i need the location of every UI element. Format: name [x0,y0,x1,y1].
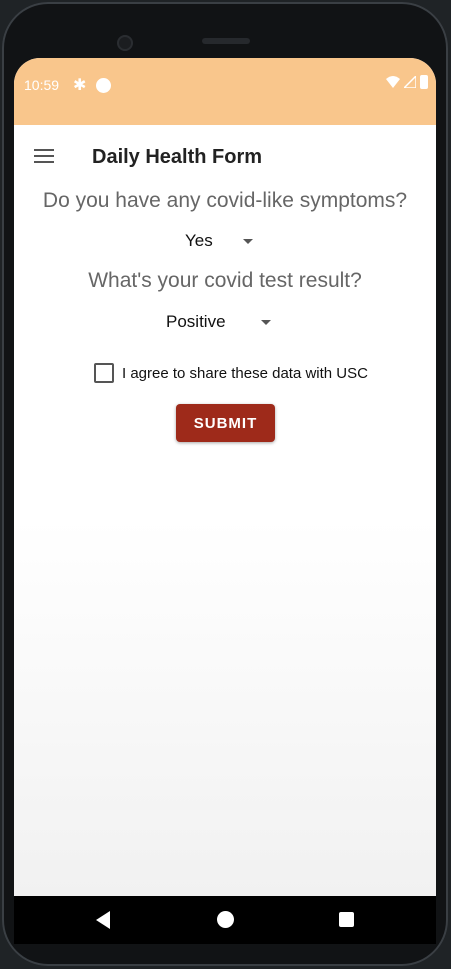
symptoms-question: Do you have any covid-like symptoms? [42,189,408,212]
notification-dot-icon [96,78,111,93]
battery-icon [420,75,428,89]
agree-row[interactable]: I agree to share these data with USC [94,363,368,383]
signal-icon [404,76,416,88]
navigation-bar [14,896,436,944]
status-bar: 10:59 ✱ [14,58,436,125]
app-bar: Daily Health Form [14,125,436,187]
page-title: Daily Health Form [92,146,263,168]
recents-icon[interactable] [339,912,354,927]
screen: 10:59 ✱ Daily Health Form Do you have an… [14,58,436,896]
back-icon[interactable] [96,911,110,929]
camera [117,35,133,51]
agree-label: I agree to share these data with USC [122,364,368,382]
test-result-dropdown[interactable]: Positive [166,312,271,332]
menu-icon[interactable] [34,149,54,163]
symptoms-selected: Yes [185,231,213,250]
speaker [202,38,250,44]
chevron-down-icon [260,319,271,325]
test-result-question: What's your covid test result? [88,269,362,292]
submit-button[interactable]: SUBMIT [176,404,275,442]
home-icon[interactable] [217,911,234,928]
status-icons [386,75,428,89]
symptoms-dropdown[interactable]: Yes [185,231,253,251]
chevron-down-icon [242,238,253,244]
wifi-icon [386,76,400,88]
status-time: 10:59 [24,77,60,93]
test-result-selected: Positive [166,312,226,331]
agree-checkbox[interactable] [94,363,114,383]
gear-icon: ✱ [73,77,87,94]
